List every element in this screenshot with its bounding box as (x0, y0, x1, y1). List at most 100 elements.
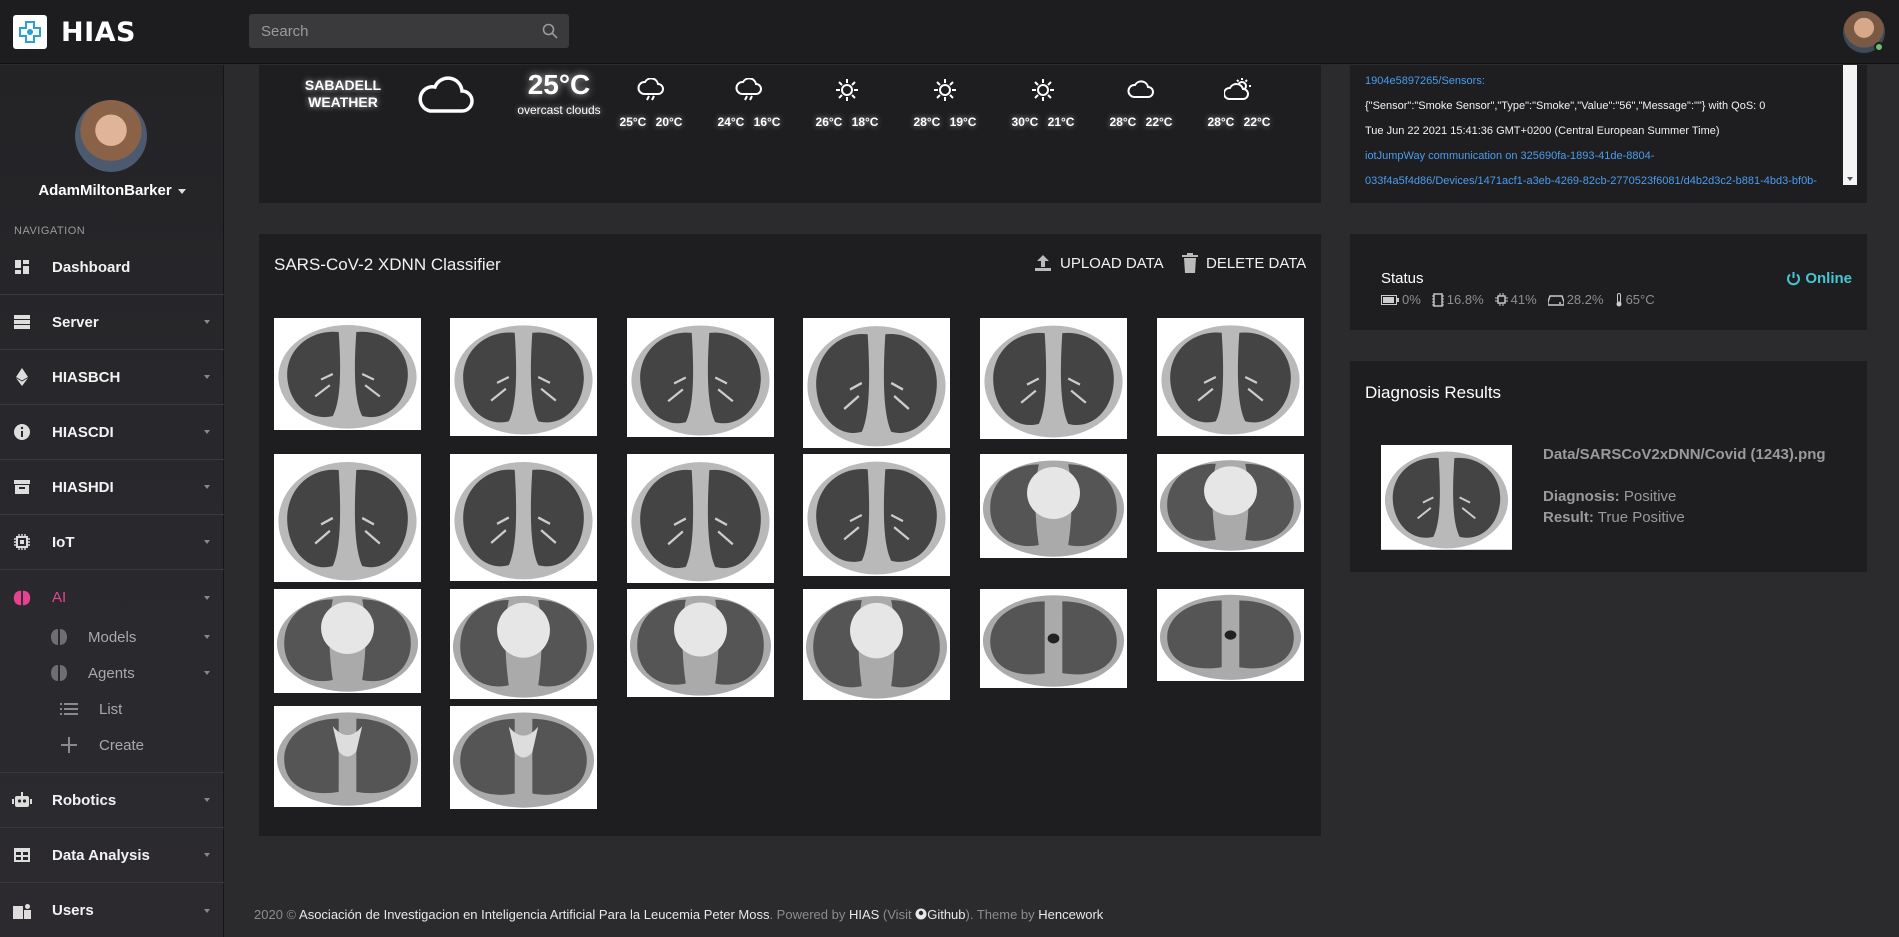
trash-icon (1182, 253, 1198, 273)
ct-scan-image[interactable] (450, 589, 597, 699)
nav-hiascdi[interactable]: HIASCDI (0, 405, 224, 460)
status-stats: 0% 16.8% 41% 28.2% 65°C (1381, 292, 1666, 307)
ct-scan-image[interactable] (803, 589, 950, 700)
profile-avatar[interactable] (75, 100, 147, 172)
forecast-temps: 28°C 22°C (1207, 115, 1271, 129)
nav-ai-agents[interactable]: Agents (0, 655, 224, 691)
upload-data-button[interactable]: UPLOAD DATA (1033, 253, 1164, 273)
temperature-value: 65°C (1625, 292, 1655, 307)
ct-scan-image[interactable] (627, 589, 774, 697)
nav-dashboard[interactable]: Dashboard (0, 240, 224, 295)
chevron-down-icon (204, 595, 210, 600)
sub-label: List (99, 700, 123, 718)
classifier-panel: SARS-CoV-2 XDNN Classifier UPLOAD DATA D… (259, 234, 1321, 836)
ct-scan-image[interactable] (1157, 318, 1304, 436)
nav-ai[interactable]: AI (0, 570, 224, 625)
profile-name-text: AdamMiltonBarker (38, 182, 172, 199)
ct-scan-image[interactable] (803, 318, 950, 448)
footer-year: 2020 © (254, 907, 297, 922)
ct-scan-image[interactable] (627, 454, 774, 583)
classifier-title: SARS-CoV-2 XDNN Classifier (274, 255, 501, 274)
ct-scan-image[interactable] (450, 454, 597, 581)
nav-iot[interactable]: IoT (0, 515, 224, 570)
result-value: True Positive (1597, 509, 1685, 526)
cpu-stat: 41% (1494, 292, 1537, 307)
result-label: Result: (1543, 509, 1594, 526)
forecast-temps: 25°C 20°C (619, 115, 683, 129)
nav-robotics[interactable]: Robotics (0, 773, 224, 828)
power-icon (1787, 272, 1801, 286)
diagnosis-line: Diagnosis: Positive (1543, 488, 1676, 505)
chevron-down-icon (204, 908, 210, 913)
log-link[interactable]: iotJumpWay communication on 325690fa-189… (1365, 150, 1654, 162)
forecast-day: 28°C 22°C (1204, 77, 1274, 129)
nav-hiasbch[interactable]: HIASBCH (0, 350, 224, 405)
ct-scan-image[interactable] (450, 318, 597, 436)
nav-server[interactable]: Server (0, 295, 224, 350)
memory-icon (1431, 292, 1444, 307)
disk-icon (1547, 294, 1564, 306)
ct-scan-image[interactable] (1157, 454, 1304, 552)
ct-scan-image[interactable] (450, 706, 597, 809)
ct-scan-image[interactable] (274, 454, 421, 582)
nav-data-analysis[interactable]: Data Analysis (0, 828, 224, 883)
nav-ai-models[interactable]: Models (0, 619, 224, 655)
ct-scan-image[interactable] (1157, 589, 1304, 681)
nav-label: HIASHDI (52, 478, 114, 496)
ct-scan-image[interactable] (803, 454, 950, 576)
scrollbar[interactable] (1843, 65, 1857, 185)
weather-widget: SABADELL WEATHER 25°C overcast clouds 25°… (259, 65, 1321, 203)
table-icon (12, 845, 32, 865)
log-link[interactable]: 1904e5897265/Sensors: (1365, 75, 1485, 87)
search-box (249, 14, 569, 48)
ct-scan-image[interactable] (627, 318, 774, 437)
disk-value: 28.2% (1566, 292, 1604, 307)
forecast-day: 28°C 19°C (910, 77, 980, 129)
footer-hencework-link[interactable]: Hencework (1038, 907, 1103, 922)
ct-scan-image[interactable] (274, 589, 421, 693)
user-avatar[interactable] (1843, 11, 1885, 53)
partly-cloudy-icon (1204, 77, 1274, 103)
ct-scan-image[interactable] (980, 454, 1127, 558)
nav-ai-agents-create[interactable]: Create (0, 727, 224, 763)
github-icon (915, 908, 927, 920)
nav-label: Robotics (52, 791, 117, 809)
brand[interactable]: HIAS (13, 15, 136, 49)
weather-temp: 25°C (527, 69, 591, 100)
sun-icon (812, 77, 882, 103)
nav-ai-agents-list[interactable]: List (0, 691, 224, 727)
sub-label: Agents (88, 664, 135, 682)
search-input[interactable] (249, 14, 569, 48)
nav-label: AI (52, 589, 67, 606)
info-icon (12, 422, 32, 442)
iot-log-panel[interactable]: 1904e5897265/Sensors: {"Sensor":"Smoke S… (1350, 65, 1867, 203)
log-text: Tue Jun 22 2021 15:41:36 GMT+0200 (Centr… (1365, 125, 1720, 137)
nav-label: Server (52, 313, 99, 331)
ct-scan-image[interactable] (274, 706, 421, 807)
nav-hiashdi[interactable]: HIASHDI (0, 460, 224, 515)
weather-desc: overcast clouds (517, 103, 601, 117)
brain-icon (48, 662, 70, 684)
chevron-down-icon (204, 635, 210, 639)
status-title: Status (1381, 270, 1424, 287)
search-icon[interactable] (541, 22, 559, 40)
caret-down-icon (177, 188, 186, 194)
footer-visit: (Visit (882, 907, 912, 922)
nav-label: Data Analysis (52, 846, 150, 864)
log-link[interactable]: 033f4a5f4d86/Devices/1471acf1-a3eb-4269-… (1365, 175, 1817, 187)
forecast-temps: 28°C 19°C (913, 115, 977, 129)
ct-scan-image[interactable] (274, 318, 421, 430)
ct-scan-image[interactable] (980, 589, 1127, 688)
footer-org-link[interactable]: Asociación de Investigacion en Inteligen… (299, 907, 769, 922)
log-text: {"Sensor":"Smoke Sensor","Type":"Smoke",… (1365, 100, 1766, 112)
footer-github-link[interactable]: Github (915, 907, 966, 922)
delete-data-button[interactable]: DELETE DATA (1181, 253, 1306, 273)
thermometer-icon (1616, 292, 1622, 306)
nav-users[interactable]: Users (0, 883, 224, 937)
footer-hias-link[interactable]: HIAS (849, 907, 879, 922)
forecast-day: 24°C 16°C (714, 77, 784, 129)
ct-scan-image[interactable] (980, 318, 1127, 439)
profile-name[interactable]: AdamMiltonBarker (0, 182, 224, 199)
ethereum-icon (12, 367, 32, 387)
chevron-down-icon (204, 671, 210, 675)
